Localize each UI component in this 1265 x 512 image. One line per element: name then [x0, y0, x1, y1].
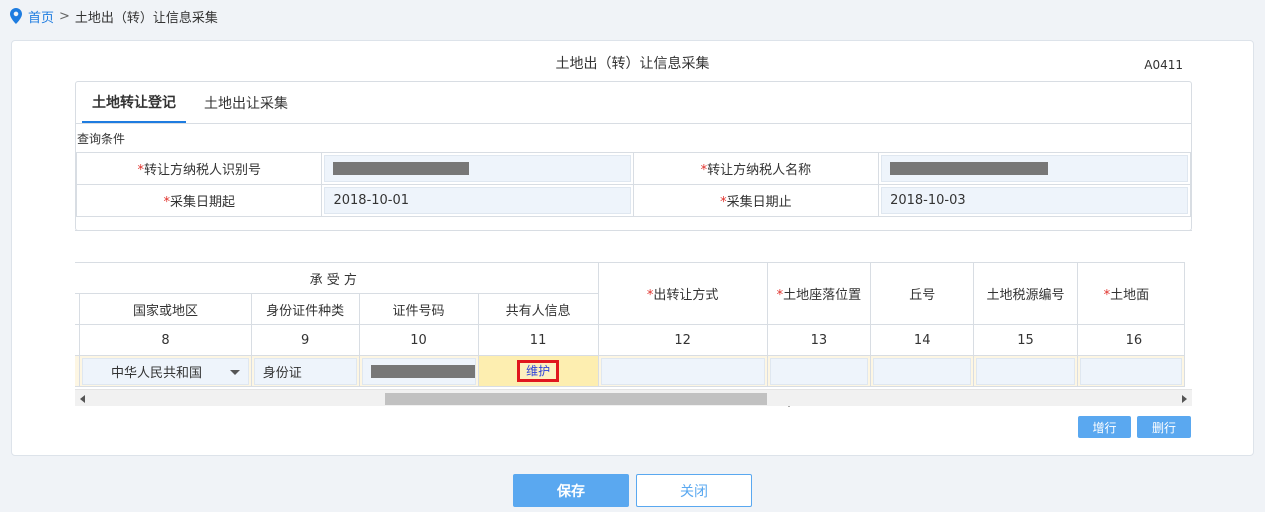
seller-tax-id-label: *转让方纳税人识别号	[75, 152, 323, 185]
horizontal-scrollbar[interactable]	[75, 389, 1192, 406]
data-grid: 承 受 方 *出转让方式 *土地座落位置 丘号 土地税源编号 *土地面 国家或地…	[75, 262, 1186, 387]
col-number: 8	[79, 324, 252, 356]
coowner-maintain-link[interactable]: 维护	[517, 360, 560, 382]
col-header-transfer-method: *出转让方式	[597, 262, 768, 325]
query-section-label: 查询条件	[77, 132, 126, 146]
col-number: 14	[870, 324, 975, 356]
location-pin-icon	[10, 8, 22, 24]
seller-name-label: *转让方纳税人名称	[632, 152, 880, 185]
date-to-label: *采集日期止	[632, 184, 880, 217]
breadcrumb-home-link[interactable]: 首页	[28, 7, 54, 26]
query-form: *转让方纳税人识别号 *转让方纳税人名称 *采集日期起 2018-10-01 *…	[75, 152, 1191, 217]
query-panel: 土地转让登记 土地出让采集 查询条件 *转让方纳税人识别号 *转让方纳税人名称 …	[75, 81, 1192, 231]
area-field[interactable]	[1079, 357, 1182, 385]
col-header-location: *土地座落位置	[766, 262, 872, 325]
col-number: 12	[597, 324, 768, 356]
date-from-input[interactable]: 2018-10-01	[324, 187, 631, 214]
date-to-input[interactable]: 2018-10-03	[881, 187, 1188, 214]
save-button[interactable]: 保存	[513, 474, 629, 507]
transfer-method-select[interactable]	[600, 357, 765, 385]
col-header-id-type: 身份证件种类	[250, 293, 360, 325]
redacted-value	[370, 364, 475, 378]
country-select[interactable]: 中华人民共和国	[82, 357, 249, 385]
id-number-field[interactable]	[361, 357, 476, 385]
parcel-no-field[interactable]	[873, 357, 972, 385]
col-number: 16	[1076, 324, 1186, 356]
col-header-area: *土地面	[1076, 262, 1186, 325]
tax-source-no-field[interactable]	[976, 357, 1075, 385]
data-grid-viewport: 承 受 方 *出转让方式 *土地座落位置 丘号 土地税源编号 *土地面 国家或地…	[75, 262, 1192, 407]
redacted-value	[333, 162, 470, 175]
tab-land-grant-collection[interactable]: 土地出让采集	[194, 82, 298, 123]
col-header-id-number: 证件号码	[358, 293, 479, 325]
col-header-tax-source-no: 土地税源编号	[973, 262, 1078, 325]
col-header-parcel-no: 丘号	[870, 262, 975, 325]
col-number: 9	[250, 324, 360, 356]
col-number: 11	[477, 324, 599, 356]
section-divider	[75, 230, 1192, 231]
table-row: 中华人民共和国 身份证 维护	[75, 355, 1186, 387]
breadcrumb-current: 土地出（转）让信息采集	[74, 10, 218, 26]
scroll-left-icon[interactable]	[80, 395, 85, 403]
grid-group-header-buyer: 承 受 方	[75, 262, 599, 294]
col-header-country: 国家或地区	[79, 293, 252, 325]
seller-tax-id-input[interactable]	[324, 155, 631, 182]
tab-bar: 土地转让登记 土地出让采集	[76, 82, 1191, 124]
tab-land-transfer-register[interactable]: 土地转让登记	[82, 82, 186, 123]
scrollbar-thumb[interactable]	[385, 393, 767, 405]
delete-row-button[interactable]: 删行	[1137, 416, 1191, 438]
scroll-right-icon[interactable]	[1182, 395, 1187, 403]
col-number: 15	[973, 324, 1078, 356]
breadcrumb: 首页 > 土地出（转）让信息采集	[10, 6, 218, 26]
id-type-field[interactable]: 身份证	[253, 357, 357, 385]
col-header-coowner: 共有人信息	[477, 293, 599, 325]
page-title: 土地出（转）让信息采集	[555, 56, 710, 72]
redacted-value	[890, 162, 1049, 175]
main-card: 土地出（转）让信息采集 A0411 土地转让登记 土地出让采集 查询条件 *转让…	[11, 40, 1254, 456]
col-number: 13	[766, 324, 872, 356]
location-field[interactable]	[769, 357, 869, 385]
add-row-button[interactable]: 增行	[1078, 416, 1131, 438]
col-number: 10	[358, 324, 479, 356]
seller-name-input[interactable]	[881, 155, 1188, 182]
breadcrumb-separator: >	[59, 8, 70, 24]
close-button[interactable]: 关闭	[636, 474, 752, 507]
page-code: A0411	[1144, 58, 1183, 72]
date-from-label: *采集日期起	[75, 184, 323, 217]
chevron-down-icon	[229, 369, 240, 375]
